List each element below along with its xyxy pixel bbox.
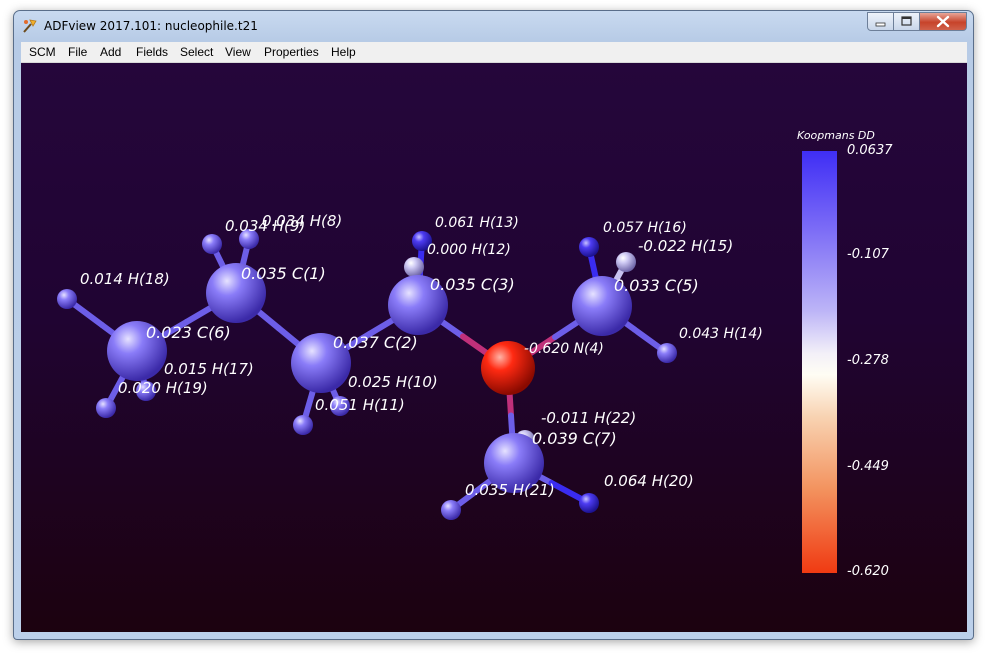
- hydrogen-atom[interactable]: [616, 252, 636, 272]
- atom-label: 0.039 C(7): [532, 429, 617, 448]
- menu-add[interactable]: Add: [100, 45, 121, 59]
- menu-properties[interactable]: Properties: [264, 45, 319, 59]
- atom-label: 0.057 H(16): [603, 220, 687, 236]
- colorbar-tick-4: -0.449: [847, 459, 889, 474]
- atom-label: 0.033 C(5): [614, 276, 699, 295]
- menu-help[interactable]: Help: [331, 45, 356, 59]
- colorbar-tick-3: -0.278: [847, 353, 889, 368]
- hydrogen-atom[interactable]: [57, 289, 77, 309]
- hydrogen-atom[interactable]: [202, 234, 222, 254]
- atom-label: 0.025 H(10): [348, 373, 438, 391]
- colorbar-tick-min: -0.620: [847, 564, 889, 579]
- menu-file[interactable]: File: [68, 45, 87, 59]
- hydrogen-atom[interactable]: [404, 257, 424, 277]
- atom-label: 0.023 C(6): [146, 323, 231, 342]
- title-bar[interactable]: ADFview 2017.101: nucleophile.t21: [14, 11, 973, 41]
- restore-icon: [901, 16, 912, 26]
- atom-label: 0.034 H(9): [225, 217, 305, 235]
- atom-label: 0.020 H(19): [118, 379, 208, 397]
- atom-label: 0.014 H(18): [80, 270, 170, 288]
- restore-button[interactable]: [893, 12, 920, 31]
- colorbar-tick-max: 0.0637: [847, 143, 893, 158]
- menu-select[interactable]: Select: [180, 45, 213, 59]
- atom-label: 0.035 H(21): [465, 481, 555, 499]
- atom-label: 0.061 H(13): [435, 215, 519, 231]
- atom-label: 0.000 H(12): [427, 242, 511, 258]
- colorbar-title: Koopmans DD: [797, 129, 875, 142]
- atom-label: 0.043 H(14): [679, 326, 763, 342]
- hydrogen-atom[interactable]: [657, 343, 677, 363]
- minimize-icon: [875, 22, 886, 27]
- menu-fields[interactable]: Fields: [136, 45, 168, 59]
- close-button[interactable]: [919, 12, 967, 31]
- atom-label: -0.022 H(15): [638, 237, 733, 255]
- colorbar: [802, 151, 837, 573]
- atom-label: 0.035 C(1): [241, 264, 326, 283]
- atom-label: -0.011 H(22): [541, 409, 636, 427]
- atom-label: 0.015 H(17): [164, 360, 254, 378]
- menu-bar: SCM File Add Fields Select View Properti…: [21, 42, 967, 63]
- hydrogen-atom[interactable]: [579, 493, 599, 513]
- atom-label: 0.037 C(2): [333, 333, 418, 352]
- atom-label: -0.620 N(4): [524, 341, 604, 357]
- molecule-viewport[interactable]: 0.035 C(1) 0.037 C(2) 0.035 C(3) -0.620 N(4…: [21, 63, 967, 632]
- minimize-button[interactable]: [867, 12, 894, 31]
- adfview-app-icon: [23, 19, 37, 33]
- close-icon: [936, 15, 950, 28]
- atom-label: 0.051 H(11): [315, 396, 405, 414]
- menu-view[interactable]: View: [225, 45, 251, 59]
- hydrogen-atom[interactable]: [293, 415, 313, 435]
- menu-scm[interactable]: SCM: [29, 45, 56, 59]
- colorbar-tick-2: -0.107: [847, 247, 889, 262]
- window-title: ADFview 2017.101: nucleophile.t21: [44, 19, 258, 33]
- hydrogen-atom[interactable]: [96, 398, 116, 418]
- atom-label: 0.035 C(3): [430, 275, 515, 294]
- hydrogen-atom[interactable]: [579, 237, 599, 257]
- atom-label: 0.064 H(20): [604, 472, 694, 490]
- hydrogen-atom[interactable]: [441, 500, 461, 520]
- app-window: ADFview 2017.101: nucleophile.t21 SCM Fi…: [13, 10, 974, 640]
